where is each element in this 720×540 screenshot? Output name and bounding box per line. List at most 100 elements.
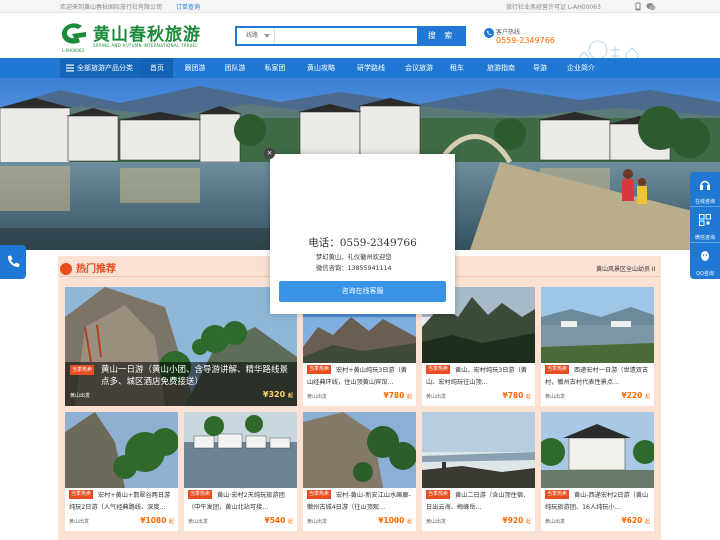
search-category-label: 线路 xyxy=(246,32,259,39)
product-card-title[interactable]: 黄山二日游（含山顶住宿、日出云海、梅峰岳… xyxy=(426,490,532,514)
product-card-price: ¥1000 起 xyxy=(378,516,412,525)
product-card-title[interactable]: 西递宏村一日游（世遗双古村，徽州古村代表性景点… xyxy=(545,365,651,389)
product-card-depart: 黄山出发 xyxy=(188,519,209,525)
product-card[interactable]: 当季热卖 西递宏村一日游（世遗双古村，徽州古村代表性景点… 黄山出发 ¥220 … xyxy=(541,287,654,406)
nav-item-group-tour[interactable]: 跟团游 xyxy=(176,58,214,78)
phone-icon xyxy=(484,28,494,38)
header: 黄山春秋旅游 SPRING AND AUTUMN INTERNATIONAL T… xyxy=(0,13,720,72)
product-card-title[interactable]: 黄山·宏村2天纯玩旅游团（中午发团，黄山北站可接… xyxy=(188,490,294,514)
left-phone-float[interactable] xyxy=(0,245,26,279)
order-query-link[interactable]: 订单查询 xyxy=(176,2,200,11)
qq-consult-button[interactable]: QQ咨询 xyxy=(690,244,720,279)
price-unit: 起 xyxy=(644,519,650,525)
logo-code: L-AH00063 xyxy=(62,48,84,53)
qq-icon xyxy=(701,251,709,261)
top-bar: 欢迎来到黄山春秋国际旅行社有限公司 订单查询 旅行社业务经营许可证 L-AH00… xyxy=(0,0,720,13)
search-input[interactable] xyxy=(277,28,417,44)
contact-popup: × 电话：0559-2349766 梦幻黄山、礼仪徽州欢迎您 微信咨询：1385… xyxy=(264,148,455,314)
hot-title-text: 热门推荐 xyxy=(76,264,116,275)
consult-online-button[interactable]: 咨询在线客服 xyxy=(279,281,446,302)
product-card-depart: 黄山出发 xyxy=(545,394,566,400)
product-card[interactable]: 当季热卖 宏村-黄山-新安江山水画廊-徽州古城4日游（往山顶观… 黄山出发 ¥1… xyxy=(303,412,416,531)
phone-icon xyxy=(7,255,20,268)
chevron-down-icon xyxy=(264,34,270,38)
product-card-price: ¥620 起 xyxy=(621,516,650,525)
product-card[interactable]: 当季热卖 宏村+黄山+翡翠谷两日游纯玩2日游（人气经典路线、深度… 黄山出发 ¥… xyxy=(65,412,178,531)
license-text: 旅行社业务经营许可证 L-AH00063 xyxy=(506,4,601,11)
price-unit: 起 xyxy=(644,394,650,400)
hotline: 客户热线 0559-2349766 xyxy=(484,27,564,49)
product-card-price: ¥540 起 xyxy=(264,516,293,525)
nav-item-team-tour[interactable]: 团队游 xyxy=(218,58,252,78)
nav-item-private-tour[interactable]: 私家团 xyxy=(258,58,292,78)
product-card-price: ¥780 起 xyxy=(502,391,531,400)
product-card-title[interactable]: 宏村+黄山纯玩3日游（黄山经典环线，住山顶黄山宾馆… xyxy=(307,365,413,389)
fire-icon xyxy=(60,263,72,275)
product-card-title[interactable]: 黄山-西递宏村2日游（黄山纯玩旅游团、16人纯玩小… xyxy=(545,490,651,514)
wechat-consult-label: 微信咨询 xyxy=(694,235,715,241)
product-card[interactable]: 当季热卖 黄山二日游（含山顶住宿、日出云海、梅峰岳… 黄山出发 ¥920 起 xyxy=(422,412,535,531)
price-value: ¥920 xyxy=(502,516,524,525)
wechat-icon[interactable] xyxy=(646,2,656,11)
product-card-image xyxy=(422,412,535,488)
menu-icon xyxy=(66,64,74,72)
product-card-image xyxy=(184,412,297,488)
nav-item-guide[interactable]: 黄山攻略 xyxy=(300,58,342,78)
nav-item-home[interactable]: 首页 xyxy=(141,58,173,78)
right-float-bar: 在线咨询 微信咨询 QQ咨询 xyxy=(690,172,720,279)
logo[interactable]: 黄山春秋旅游 SPRING AND AUTUMN INTERNATIONAL T… xyxy=(60,21,210,59)
product-card-depart: 黄山出发 xyxy=(69,519,90,525)
price-unit: 起 xyxy=(287,519,293,525)
logo-english: SPRING AND AUTUMN INTERNATIONAL TRAVEL xyxy=(93,43,198,48)
product-card-image xyxy=(541,412,654,488)
featured-card-title[interactable]: 黄山一日游（黄山小团、含导游讲解、精华路线景点多、城区酒店免费接送） xyxy=(101,364,293,388)
featured-price-value: ¥320 xyxy=(262,390,286,399)
product-card-title[interactable]: 宏村-黄山-新安江山水画廊-徽州古城4日游（往山顶观… xyxy=(307,490,413,514)
product-card-image xyxy=(541,287,654,363)
price-unit: 起 xyxy=(525,519,531,525)
logo-mark-icon xyxy=(62,23,86,44)
qq-consult-label: QQ咨询 xyxy=(696,271,714,277)
all-categories-label: 全部旅游产品分类 xyxy=(77,64,133,72)
main-nav: 全部旅游产品分类 首页 跟团游 团队游 私家团 黄山攻略 研学路线 会议旅游 租… xyxy=(0,58,720,78)
product-card-depart: 黄山出发 xyxy=(545,519,566,525)
product-card-price: ¥920 起 xyxy=(502,516,531,525)
mobile-icon[interactable] xyxy=(634,2,642,11)
product-card-featured[interactable]: 当季热卖 黄山一日游（黄山小团、含导游讲解、精华路线景点多、城区酒店免费接送） … xyxy=(65,287,297,406)
product-card[interactable]: 当季热卖 黄山-西递宏村2日游（黄山纯玩旅游团、16人纯玩小… 黄山出发 ¥62… xyxy=(541,412,654,531)
product-card-price: ¥220 起 xyxy=(621,391,650,400)
search-bar: 线路 搜 索 xyxy=(235,26,466,46)
banner-caption: 黄山风景区全山幼员 II xyxy=(596,266,656,273)
nav-item-conference[interactable]: 会议旅游 xyxy=(398,58,440,78)
price-unit: 起 xyxy=(406,394,412,400)
price-value: ¥1080 xyxy=(140,516,167,525)
nav-item-study-route[interactable]: 研学路线 xyxy=(350,58,392,78)
wechat-consult-button[interactable]: 微信咨询 xyxy=(690,208,720,243)
price-unit: 起 xyxy=(525,394,531,400)
nav-item-tour-guide[interactable]: 导游 xyxy=(528,58,552,78)
product-card-title[interactable]: 宏村+黄山+翡翠谷两日游纯玩2日游（人气经典路线、深度… xyxy=(69,490,175,514)
featured-card-price: ¥320 起 xyxy=(263,390,293,399)
online-consult-label: 在线咨询 xyxy=(694,199,715,205)
price-value: ¥1000 xyxy=(378,516,405,525)
product-card-depart: 黄山出发 xyxy=(307,519,328,525)
headset-icon xyxy=(700,180,710,190)
nav-item-travel-guide[interactable]: 旅游指南 xyxy=(480,58,522,78)
nav-item-about[interactable]: 企业简介 xyxy=(564,58,598,78)
price-value: ¥540 xyxy=(264,516,286,525)
featured-price-unit: 起 xyxy=(287,393,293,399)
product-card[interactable]: 当季热卖 黄山·宏村2天纯玩旅游团（中午发团，黄山北站可接… 黄山出发 ¥540… xyxy=(184,412,297,531)
price-unit: 起 xyxy=(168,519,174,525)
featured-card-depart: 黄山出发 xyxy=(70,393,91,399)
logo-title: 黄山春秋旅游 xyxy=(93,25,201,45)
product-card-title[interactable]: 黄山、宏村纯玩3日游（黄山、宏村纯玩往山顶… xyxy=(426,365,532,389)
nav-item-car-rental[interactable]: 租车 xyxy=(445,58,469,78)
welcome-text: 欢迎来到黄山春秋国际旅行社有限公司 xyxy=(60,4,163,11)
online-consult-button[interactable]: 在线咨询 xyxy=(690,172,720,207)
search-button[interactable]: 搜 索 xyxy=(417,26,466,46)
product-card-image xyxy=(65,412,178,488)
price-value: ¥780 xyxy=(383,391,405,400)
hot-section-title: 热门推荐 xyxy=(60,260,116,275)
close-icon[interactable]: × xyxy=(264,148,275,159)
all-categories-menu[interactable]: 全部旅游产品分类 xyxy=(60,58,141,78)
